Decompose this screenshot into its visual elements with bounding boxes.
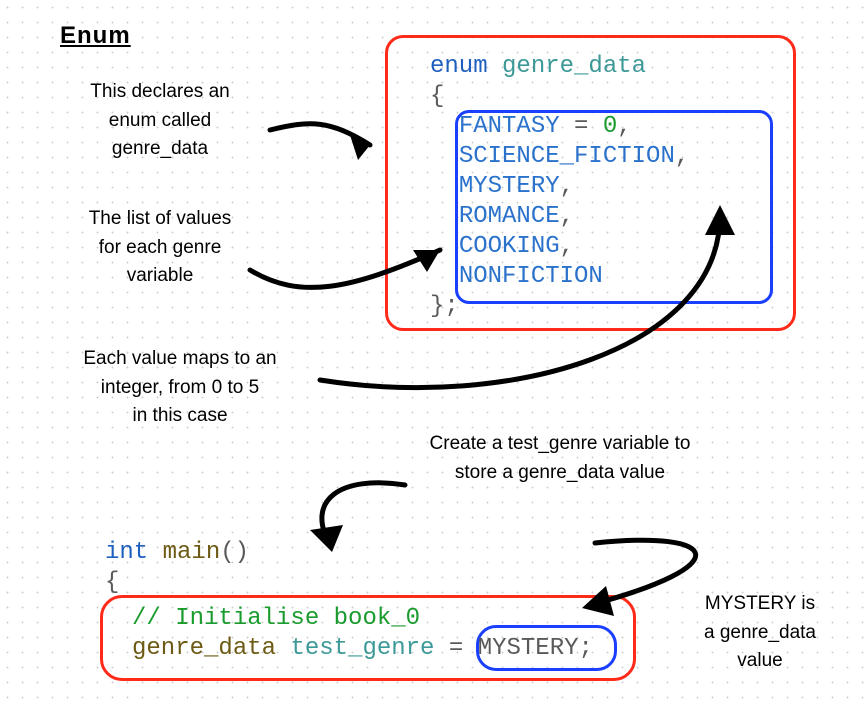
code-enum-decl: enum genre_data { FANTASY = 0, SCIENCE_F… bbox=[430, 52, 689, 322]
code-comma: , bbox=[560, 203, 574, 230]
code-comma: , bbox=[560, 173, 574, 200]
code-enum-cooking: COOKING bbox=[459, 233, 560, 260]
code-value-mystery: MYSTERY bbox=[478, 635, 579, 662]
text-line: integer, from 0 to 5 bbox=[101, 377, 259, 398]
code-kw-int: int bbox=[105, 539, 148, 566]
code-main-decl: int main() { bbox=[105, 538, 249, 598]
text-line: a genre_data bbox=[704, 622, 816, 643]
code-brace-open: { bbox=[105, 569, 119, 596]
code-num-zero: 0 bbox=[603, 113, 617, 140]
text-line: The list of values bbox=[89, 208, 232, 229]
annot-list-of-values: The list of values for each genre variab… bbox=[55, 205, 265, 291]
code-var-test-genre: test_genre bbox=[290, 635, 434, 662]
text-line: MYSTERY is bbox=[705, 593, 815, 614]
code-kw-enum: enum bbox=[430, 53, 488, 80]
code-eq: = bbox=[434, 635, 477, 662]
code-type-genre-data: genre_data bbox=[132, 635, 276, 662]
annot-declares-enum: This declares an enum called genre_data bbox=[55, 78, 265, 164]
code-ident-main: main bbox=[163, 539, 221, 566]
code-enum-nonfiction: NONFICTION bbox=[459, 263, 603, 290]
code-enum-fantasy: FANTASY bbox=[459, 113, 560, 140]
code-semi: ; bbox=[579, 635, 593, 662]
text-line: store a genre_data value bbox=[455, 462, 665, 483]
code-eq: = bbox=[560, 113, 603, 140]
code-parens: () bbox=[220, 539, 249, 566]
code-enum-mystery: MYSTERY bbox=[459, 173, 560, 200]
code-comma: , bbox=[675, 143, 689, 170]
code-comma: , bbox=[560, 233, 574, 260]
text-line: Each value maps to an bbox=[83, 348, 276, 369]
code-enum-romance: ROMANCE bbox=[459, 203, 560, 230]
annot-value-maps-integer: Each value maps to an integer, from 0 to… bbox=[55, 345, 305, 431]
canvas: Enum This declares an enum called genre_… bbox=[0, 0, 865, 709]
title-enum: Enum bbox=[60, 22, 131, 50]
code-main-body: // Initialise book_0 genre_data test_gen… bbox=[132, 604, 593, 664]
text-line: enum called bbox=[109, 110, 211, 131]
text-line: value bbox=[737, 650, 782, 671]
text-line: in this case bbox=[132, 405, 227, 426]
text-line: This declares an bbox=[90, 81, 229, 102]
text-line: variable bbox=[127, 265, 194, 286]
annot-mystery-is-value: MYSTERY is a genre_data value bbox=[680, 590, 840, 676]
text-line: genre_data bbox=[112, 138, 208, 159]
text-line: for each genre bbox=[99, 237, 222, 258]
annot-create-test-genre: Create a test_genre variable to store a … bbox=[395, 430, 725, 487]
code-brace-open: { bbox=[430, 83, 444, 110]
code-comment: // Initialise book_0 bbox=[132, 605, 420, 632]
code-comma: , bbox=[617, 113, 631, 140]
text-line: Create a test_genre variable to bbox=[430, 433, 691, 454]
code-enum-scifi: SCIENCE_FICTION bbox=[459, 143, 675, 170]
code-brace-close: }; bbox=[430, 293, 459, 320]
code-ident-genre-data: genre_data bbox=[502, 53, 646, 80]
